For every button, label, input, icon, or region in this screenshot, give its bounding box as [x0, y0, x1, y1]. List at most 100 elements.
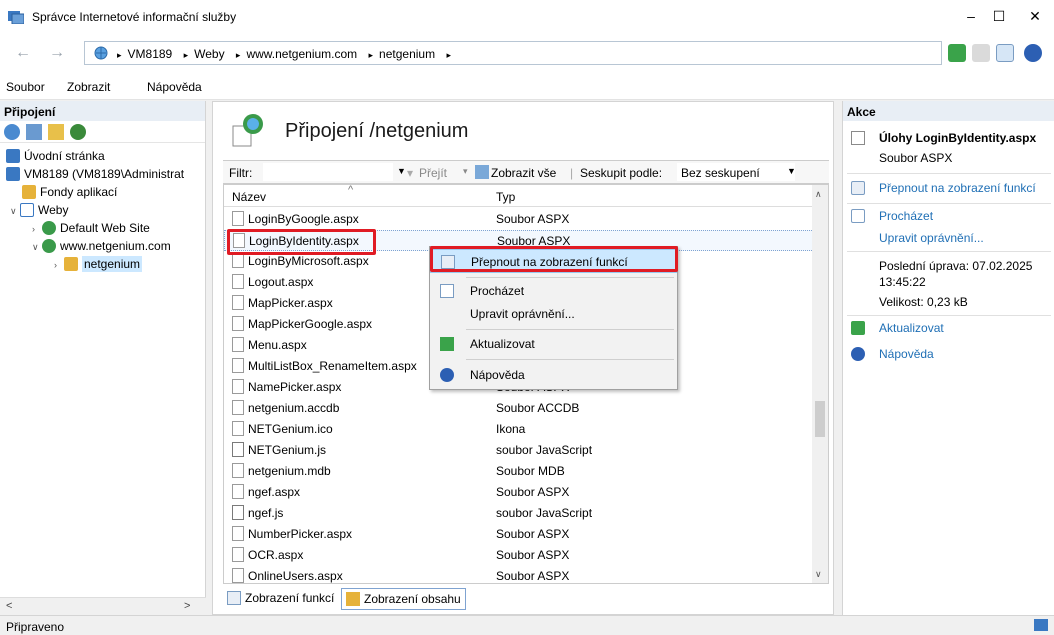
- globe-icon: [94, 46, 108, 60]
- ctx-browse[interactable]: Procházet: [430, 279, 677, 303]
- application-icon: [64, 257, 78, 271]
- actions-separator: [847, 251, 1051, 252]
- ctx-edit-permissions[interactable]: Upravit oprávnění...: [430, 302, 677, 326]
- table-row[interactable]: OnlineUsers.aspx Soubor ASPX: [224, 566, 814, 583]
- back-button[interactable]: ←: [8, 42, 38, 66]
- menu-help[interactable]: Nápověda: [147, 80, 202, 94]
- go-button[interactable]: Přejít: [419, 166, 447, 180]
- crumb-site[interactable]: www.netgenium.com: [246, 47, 357, 61]
- help-icon[interactable]: [1024, 44, 1042, 62]
- table-row[interactable]: NETGenium.ico Ikona: [224, 419, 814, 440]
- actions-task-title: Úlohy LoginByIdentity.aspx: [879, 131, 1037, 145]
- table-row[interactable]: ngef.aspx Soubor ASPX: [224, 482, 814, 503]
- menu-view[interactable]: Zobrazit: [67, 80, 110, 94]
- file-name: NETGenium.ico: [248, 422, 333, 436]
- menu-file[interactable]: Soubor: [6, 80, 45, 94]
- column-name-header[interactable]: Název: [232, 190, 266, 204]
- up-folder-icon[interactable]: [48, 124, 64, 140]
- file-icon: [232, 547, 244, 562]
- tree-item-sites[interactable]: ∨ Weby: [10, 203, 68, 221]
- chevron-right-icon[interactable]: ›: [54, 260, 64, 270]
- table-row[interactable]: LoginByGoogle.aspx Soubor ASPX: [224, 209, 814, 230]
- scroll-thumb[interactable]: [815, 401, 825, 437]
- ctx-refresh[interactable]: Aktualizovat: [430, 332, 677, 356]
- show-all-icon: [475, 165, 489, 179]
- tree-item-netgenium-site[interactable]: ∨ www.netgenium.com: [32, 239, 171, 257]
- left-horizontal-scrollbar[interactable]: < >: [0, 597, 206, 615]
- save-icon[interactable]: [26, 124, 42, 140]
- file-icon: [232, 253, 244, 268]
- action-edit-permissions[interactable]: Upravit oprávnění...: [879, 231, 984, 245]
- stop-icon[interactable]: [972, 44, 990, 62]
- breadcrumb[interactable]: ▸ VM8189 ▸ Weby ▸ www.netgenium.com ▸ netgen…: [84, 41, 942, 65]
- file-name: OCR.aspx: [248, 548, 304, 562]
- table-row[interactable]: netgenium.accdb Soubor ACCDB: [224, 398, 814, 419]
- group-by-select[interactable]: Bez seskupení: [677, 163, 795, 181]
- table-row[interactable]: OCR.aspx Soubor ASPX: [224, 545, 814, 566]
- table-row[interactable]: NETGenium.js soubor JavaScript: [224, 440, 814, 461]
- connect-icon[interactable]: [4, 124, 20, 140]
- tree-item-netgenium-app[interactable]: › netgenium: [54, 256, 143, 275]
- table-row[interactable]: NumberPicker.aspx Soubor ASPX: [224, 524, 814, 545]
- script-file-icon: [232, 442, 244, 457]
- chevron-down-icon[interactable]: ∨: [10, 206, 20, 217]
- tree-item-default-site[interactable]: › Default Web Site: [32, 221, 150, 239]
- file-name: MapPicker.aspx: [248, 296, 333, 310]
- forward-button[interactable]: →: [42, 42, 72, 66]
- chevron-right-icon: ▸: [235, 50, 241, 60]
- file-icon: [232, 568, 244, 583]
- group-by-dropdown-arrow[interactable]: ▼: [787, 166, 796, 176]
- toolbar-divider: |: [570, 166, 574, 180]
- chevron-right-icon[interactable]: ›: [32, 224, 42, 234]
- modified-time: 13:45:22: [879, 275, 926, 289]
- table-row[interactable]: ngef.js soubor JavaScript: [224, 503, 814, 524]
- modified-date: Poslední úprava: 07.02.2025: [879, 259, 1033, 273]
- tab-content-view[interactable]: Zobrazení obsahu: [341, 588, 466, 610]
- content-view-icon: [346, 592, 360, 606]
- ctx-help[interactable]: Nápověda: [430, 363, 677, 387]
- table-row[interactable]: netgenium.mdb Soubor MDB: [224, 461, 814, 482]
- scroll-right-arrow[interactable]: >: [184, 600, 190, 612]
- action-help[interactable]: Nápověda: [879, 347, 934, 361]
- file-size: Velikost: 0,23 kB: [879, 295, 968, 309]
- chevron-right-icon: ▸: [446, 50, 451, 60]
- action-switch-to-features[interactable]: Přepnout na zobrazení funkcí: [879, 181, 1036, 195]
- globe-icon: [42, 239, 56, 253]
- go-dropdown-arrow[interactable]: ▾: [463, 166, 468, 177]
- filter-dropdown-arrow[interactable]: ▼: [397, 166, 406, 176]
- file-icon: [232, 274, 244, 289]
- file-icon: [232, 337, 244, 352]
- file-name: NumberPicker.aspx: [248, 527, 353, 541]
- crumb-app[interactable]: netgenium: [379, 47, 435, 61]
- tab-features-view[interactable]: Zobrazení funkcí: [223, 588, 338, 610]
- file-icon: [232, 379, 244, 394]
- file-name: LoginByMicrosoft.aspx: [248, 254, 369, 268]
- address-toolbar: [946, 42, 1054, 66]
- tree-item-start-page[interactable]: Úvodní stránka: [6, 149, 105, 167]
- tree-item-server[interactable]: VM8189 (VM8189\Administrat: [6, 167, 184, 185]
- crumb-server[interactable]: VM8189: [128, 47, 173, 61]
- refresh-icon[interactable]: [948, 44, 966, 62]
- list-vertical-scrollbar[interactable]: ∧ ∨: [812, 185, 828, 583]
- action-refresh[interactable]: Aktualizovat: [879, 321, 944, 335]
- tree-item-app-pools[interactable]: Fondy aplikací: [22, 185, 117, 203]
- close-button[interactable]: ✕: [1012, 0, 1054, 32]
- disconnect-icon[interactable]: [70, 124, 86, 140]
- scroll-down-arrow[interactable]: ∨: [815, 569, 822, 580]
- status-text: Připraveno: [6, 620, 65, 634]
- server-icon: [6, 167, 20, 181]
- crumb-sites[interactable]: Weby: [194, 47, 224, 61]
- column-type-header[interactable]: Typ: [496, 190, 515, 204]
- scroll-left-arrow[interactable]: <: [6, 600, 12, 612]
- connections-toolbar: [0, 121, 205, 143]
- home-icon[interactable]: [996, 44, 1014, 62]
- chevron-down-icon[interactable]: ∨: [32, 242, 42, 253]
- action-browse[interactable]: Procházet: [879, 209, 933, 223]
- file-icon: [232, 463, 244, 478]
- group-by-label: Seskupit podle:: [580, 166, 663, 180]
- show-all-button[interactable]: Zobrazit vše: [491, 166, 556, 180]
- file-type: Ikona: [496, 422, 526, 436]
- file-icon: [232, 358, 244, 373]
- scroll-up-arrow[interactable]: ∧: [815, 189, 822, 200]
- filter-input[interactable]: [263, 163, 393, 181]
